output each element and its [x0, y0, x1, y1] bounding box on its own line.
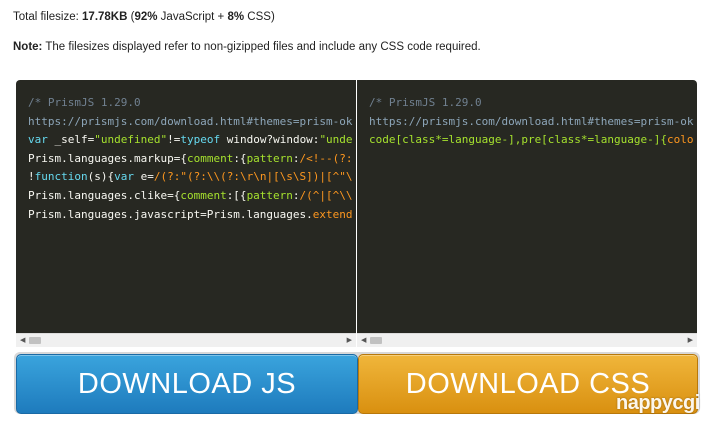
code-token: "undefined" [94, 133, 168, 147]
code-token: "unde [319, 133, 353, 147]
css-code: /* PrismJS 1.29.0 https://prismjs.com/dow… [369, 94, 694, 150]
scroll-left-icon[interactable]: ◀ [20, 336, 25, 344]
code-line: !function(s){var e=/(?:"(?:\\(?:\r\n|[\s… [28, 168, 353, 187]
css-horizontal-scrollbar[interactable]: ◀ ▶ [357, 333, 697, 347]
scroll-right-icon[interactable]: ▶ [347, 336, 352, 344]
code-line: Prism.languages.clike={comment:[{pattern… [28, 187, 353, 206]
code-token: window?window: [220, 133, 320, 147]
code-token: (s){ [87, 170, 115, 184]
filesize-prefix: Total filesize: [13, 11, 83, 23]
scroll-thumb[interactable] [370, 337, 382, 344]
code-line: var _self="undefined"!=typeof window?win… [28, 131, 353, 150]
code-line: Prism.languages.javascript=Prism.languag… [28, 206, 353, 225]
filesize-note: Note: The filesizes displayed refer to n… [13, 41, 481, 53]
code-token: var [28, 133, 48, 147]
code-token: code[class*=language-],pre[class*=langua… [369, 133, 668, 147]
code-token: ! [28, 170, 35, 184]
code-token: : [292, 188, 300, 202]
total-filesize-text: Total filesize: 17.78KB (92% JavaScript … [13, 11, 275, 23]
js-percent: 92% [134, 11, 158, 23]
watermark-logo: nappycgi [616, 392, 700, 414]
code-token: :{ [233, 151, 247, 165]
code-token: /(^|[^\\ [299, 188, 353, 202]
js-code: /* PrismJS 1.29.0 https://prismjs.com/dow… [28, 94, 353, 224]
download-js-button[interactable]: DOWNLOAD JS [16, 354, 358, 414]
code-token: _self= [47, 133, 95, 147]
code-line: Prism.languages.markup={comment:{pattern… [28, 150, 353, 169]
code-token: comment [180, 188, 227, 202]
code-token: comment [186, 151, 234, 165]
code-line: https://prismjs.com/download.html#themes… [369, 113, 694, 132]
code-token: https://prismjs.com/download.html#themes… [369, 114, 694, 128]
code-token: typeof [180, 133, 221, 147]
code-token: : [292, 151, 300, 165]
code-line: https://prismjs.com/download.html#themes… [28, 113, 353, 132]
note-label: Note: [13, 41, 43, 53]
code-token: e= [133, 170, 154, 184]
js-code-panel[interactable]: /* PrismJS 1.29.0 https://prismjs.com/dow… [16, 80, 356, 347]
js-label: JavaScript + [157, 11, 228, 23]
css-percent: 8% [227, 11, 245, 23]
code-token: /* PrismJS 1.29.0 [28, 96, 141, 109]
code-token: Prism.languages.clike={ [28, 188, 181, 202]
code-token: /* PrismJS 1.29.0 [369, 96, 482, 109]
js-horizontal-scrollbar[interactable]: ◀ ▶ [16, 333, 356, 347]
css-code-panel[interactable]: /* PrismJS 1.29.0 https://prismjs.com/dow… [357, 80, 697, 347]
code-token: pattern [246, 188, 293, 202]
code-line: /* PrismJS 1.29.0 [369, 94, 694, 113]
code-token: != [167, 133, 181, 147]
code-token: colo [667, 133, 694, 147]
code-token: Prism.languages.markup={ [28, 151, 187, 165]
filesize-value: 17.78KB [82, 11, 128, 23]
note-text: The filesizes displayed refer to non-giz… [42, 41, 481, 53]
scroll-left-icon[interactable]: ◀ [361, 336, 366, 344]
code-token: :[{ [226, 188, 247, 202]
code-token: /(?:"(?:\\(?:\r\n|[\s\S])|[^"\ [153, 170, 353, 184]
code-line: /* PrismJS 1.29.0 [28, 94, 353, 113]
download-buttons: DOWNLOAD JS DOWNLOAD CSS [14, 352, 700, 414]
code-token: /<!--(?: [299, 151, 353, 165]
css-label: CSS) [244, 11, 275, 23]
code-token: Prism.languages.javascript=Prism.languag… [28, 207, 313, 221]
scroll-right-icon[interactable]: ▶ [688, 336, 693, 344]
code-token: var [114, 170, 134, 184]
code-token: https://prismjs.com/download.html#themes… [28, 114, 353, 128]
code-token: pattern [246, 151, 293, 165]
code-token: function [34, 170, 88, 184]
code-token: extend [312, 207, 353, 221]
scroll-thumb[interactable] [29, 337, 41, 344]
code-line: code[class*=language-],pre[class*=langua… [369, 131, 694, 150]
